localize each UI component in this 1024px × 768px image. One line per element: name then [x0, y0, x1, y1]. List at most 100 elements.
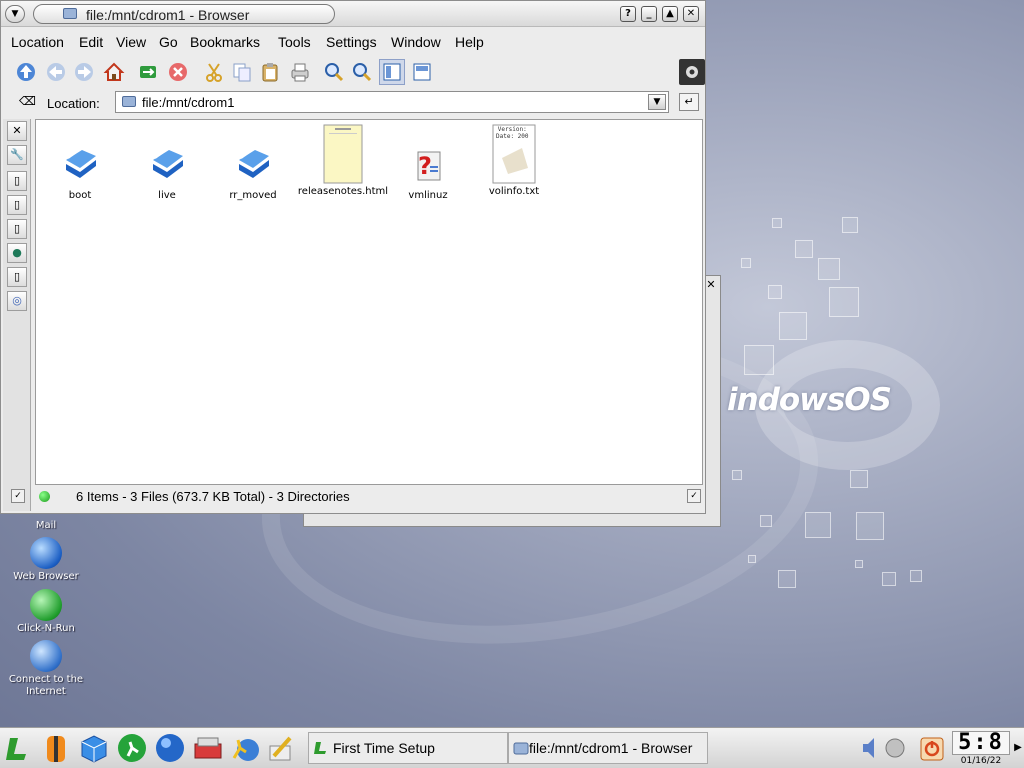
task-browser[interactable]: file:/mnt/cdrom1 - Browser — [508, 732, 708, 764]
reload-button[interactable] — [135, 59, 161, 85]
taskbar-scroll-arrow-icon[interactable]: ▶ — [1012, 732, 1024, 764]
reload-icon — [140, 66, 156, 78]
configure-sidebar-icon[interactable]: 🔧 — [7, 145, 27, 165]
decor-square — [772, 218, 782, 228]
sidebar-tab-home[interactable]: ▯ — [7, 219, 27, 239]
location-dropdown-button[interactable]: ▼ — [648, 94, 666, 110]
decor-square — [818, 258, 840, 280]
window-title: file:/mnt/cdrom1 - Browser — [86, 7, 250, 23]
printer-icon — [291, 63, 309, 82]
sidebar-tab-network-globe-icon[interactable]: ● — [7, 243, 27, 263]
clear-location-icon[interactable]: ⌫ — [19, 94, 37, 110]
copy-button[interactable] — [229, 59, 255, 85]
decor-square — [779, 312, 807, 340]
clock[interactable]: 5:8 01/16/22 — [952, 731, 1010, 766]
sidebar-tab-services-icon[interactable]: ◎ — [7, 291, 27, 311]
desktop-icon-connect-internet[interactable]: Connect to the Internet — [1, 640, 91, 698]
location-bar: ⌫ Location: file:/mnt/cdrom1 ▼ ↵ — [1, 89, 705, 117]
help-button[interactable]: ? — [620, 6, 636, 22]
desktop-icon-web-browser[interactable]: Web Browser — [1, 537, 91, 583]
decor-square — [778, 570, 796, 588]
file-item-folder[interactable]: boot — [34, 128, 126, 201]
icon-view-icon — [383, 63, 401, 81]
menu-window[interactable]: Window — [391, 34, 441, 50]
back-button[interactable] — [43, 59, 69, 85]
menu-edit[interactable]: Edit — [79, 34, 103, 50]
list-view-icon — [413, 63, 431, 81]
go-button[interactable]: ↵ — [679, 93, 699, 111]
home-button[interactable] — [101, 59, 127, 85]
close-button[interactable]: ✕ — [683, 6, 699, 22]
status-led-icon — [39, 491, 50, 502]
menu-go[interactable]: Go — [159, 34, 178, 50]
clock-date: 01/16/22 — [960, 756, 1002, 766]
back-arrow-icon — [47, 63, 65, 81]
list-view-button[interactable] — [409, 59, 435, 85]
menu-tools[interactable]: Tools — [278, 34, 311, 50]
network-status-icon[interactable] — [884, 732, 906, 764]
close-icon[interactable]: ✕ — [704, 279, 718, 293]
svg-text:?: ? — [418, 152, 432, 180]
folder-icon — [513, 742, 529, 755]
minimize-button[interactable]: _ — [641, 6, 657, 22]
toolbox-icon[interactable] — [192, 732, 224, 764]
close-sidebar-icon[interactable]: ✕ — [7, 121, 27, 141]
status-text: 6 Items - 3 Files (673.7 KB Total) - 3 D… — [76, 489, 350, 504]
html-document-icon — [323, 124, 363, 184]
menu-help[interactable]: Help — [455, 34, 484, 50]
zoom-out-button[interactable] — [349, 59, 375, 85]
icon-view-button[interactable] — [379, 59, 405, 85]
decor-square — [805, 512, 831, 538]
menu-bookmarks[interactable]: Bookmarks — [190, 34, 260, 50]
web-browser-globe-icon[interactable] — [154, 732, 186, 764]
file-item-html[interactable]: releasenotes.html — [297, 124, 389, 197]
start-menu-icon[interactable] — [2, 732, 34, 764]
desktop-icon-click-n-run[interactable]: Click-N-Run — [1, 589, 91, 635]
window-menu-button[interactable]: ▼ — [5, 5, 25, 23]
sidebar-tab-bookmarks[interactable]: ▯ — [7, 171, 27, 191]
click-n-run-taskbar-icon[interactable] — [116, 732, 148, 764]
task-first-time-setup[interactable]: First Time Setup — [308, 732, 508, 764]
file-item-folder[interactable]: live — [121, 128, 213, 201]
title-pill[interactable]: file:/mnt/cdrom1 - Browser — [33, 4, 335, 24]
paste-button[interactable] — [257, 59, 283, 85]
location-input[interactable]: file:/mnt/cdrom1 ▼ — [115, 91, 669, 113]
text-editor-pen-icon[interactable] — [264, 732, 296, 764]
zoom-out-icon — [353, 63, 372, 82]
stop-button[interactable] — [165, 59, 191, 85]
forward-button[interactable] — [71, 59, 97, 85]
desktop-icon-label: Web Browser — [13, 571, 79, 582]
file-view[interactable]: boot live rr_moved releasenotes.html ? v… — [35, 119, 703, 485]
file-name: live — [158, 190, 176, 201]
sidebar-tab-history[interactable]: ▯ — [7, 195, 27, 215]
zoom-in-button[interactable] — [321, 59, 347, 85]
print-button[interactable] — [287, 59, 313, 85]
cut-button[interactable] — [201, 59, 227, 85]
folder-icon — [147, 128, 187, 188]
menu-location[interactable]: Location — [11, 34, 64, 50]
file-item-unknown[interactable]: ? vmlinuz — [382, 128, 474, 201]
file-item-text[interactable]: Version: Date: 200 volinfo.txt — [468, 124, 560, 197]
home-icon — [103, 62, 125, 81]
life-vest-help-icon[interactable] — [40, 732, 72, 764]
file-manager-cube-icon[interactable] — [78, 732, 110, 764]
volume-speaker-icon[interactable] — [860, 732, 880, 764]
menu-view[interactable]: View — [116, 34, 146, 50]
internet-runner-icon[interactable] — [228, 732, 260, 764]
sidebar-tab-root[interactable]: ▯ — [7, 267, 27, 287]
decor-square — [882, 572, 896, 586]
file-item-folder[interactable]: rr_moved — [207, 128, 299, 201]
power-logout-icon[interactable] — [918, 732, 946, 764]
desktop-icon-mail[interactable]: Mail — [1, 520, 91, 532]
menu-settings[interactable]: Settings — [326, 34, 377, 50]
title-bar[interactable]: ▼ file:/mnt/cdrom1 - Browser ? _ ▲ ✕ — [1, 1, 705, 27]
up-button[interactable] — [13, 59, 39, 85]
split-view-toggle-icon[interactable]: ✓ — [11, 489, 25, 503]
decor-square — [760, 515, 772, 527]
desktop-icon-label: Mail — [35, 520, 57, 531]
toolbar — [9, 57, 705, 87]
task-label: First Time Setup — [333, 740, 435, 756]
link-view-toggle-icon[interactable]: ✓ — [687, 489, 701, 503]
decor-square — [748, 555, 756, 563]
maximize-button[interactable]: ▲ — [662, 6, 678, 22]
